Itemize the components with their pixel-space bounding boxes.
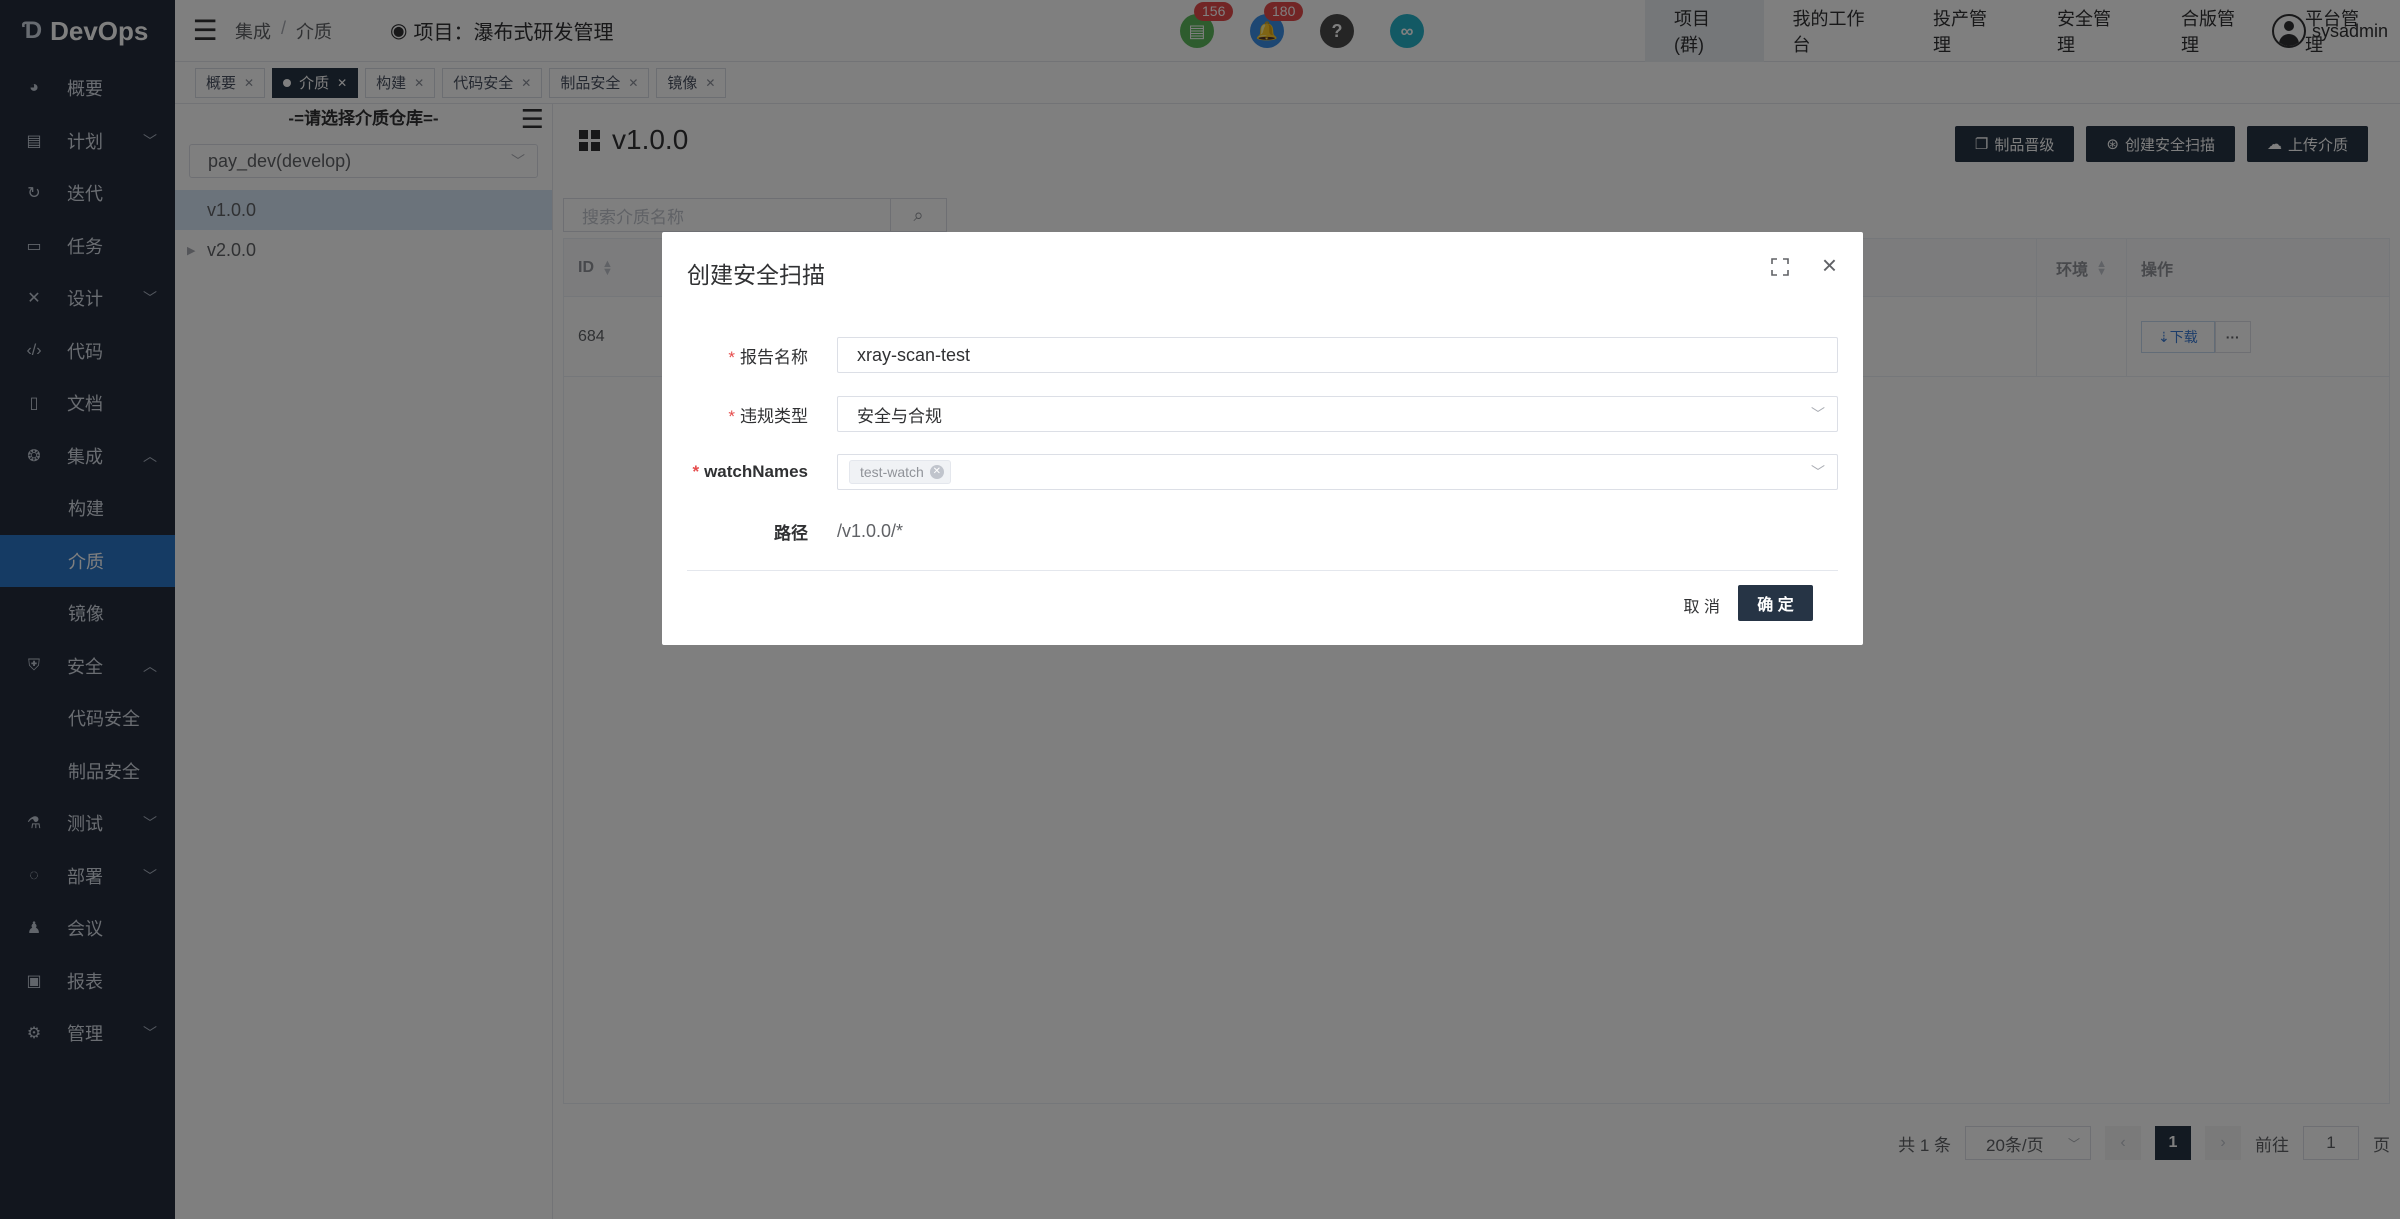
watch-names-label: * watchNames [692, 462, 808, 481]
watch-names-select[interactable]: test-watch ✕ ﹀ [837, 454, 1838, 490]
dialog-title: 创建安全扫描 [687, 262, 825, 288]
watch-tag-label: test-watch [860, 464, 924, 480]
chevron-down-icon: ﹀ [1811, 464, 1825, 480]
path-value: /v1.0.0/* [837, 520, 904, 541]
form-row-violation-type: * 违规类型 安全与合规 ﹀ [662, 396, 1838, 432]
cancel-button[interactable]: 取 消 [1684, 587, 1720, 623]
create-scan-dialog: 创建安全扫描 × * 报告名称 xray-scan-test * 违规类型 安全与合… [662, 232, 1863, 645]
form-row-report-name: * 报告名称 xray-scan-test [662, 337, 1838, 373]
fullscreen-icon[interactable] [1771, 258, 1789, 276]
form-row-path: 路径 /v1.0.0/* [662, 513, 1838, 549]
violation-type-label: * 违规类型 [728, 406, 808, 426]
form-row-watch-names: * watchNames test-watch ✕ ﹀ [662, 454, 1838, 490]
path-label: 路径 [774, 523, 808, 543]
chevron-down-icon: ﹀ [1811, 406, 1825, 422]
dialog-divider [687, 570, 1838, 571]
report-name-label: * 报告名称 [728, 347, 808, 367]
confirm-button[interactable]: 确 定 [1738, 585, 1813, 621]
close-icon[interactable]: × [1822, 252, 1837, 278]
report-name-field[interactable]: xray-scan-test [837, 337, 1838, 373]
violation-type-select[interactable]: 安全与合规 ﹀ [837, 396, 1838, 432]
watch-tag: test-watch ✕ [849, 460, 951, 484]
violation-type-value: 安全与合规 [857, 406, 942, 426]
tag-close-icon[interactable]: ✕ [929, 465, 944, 479]
